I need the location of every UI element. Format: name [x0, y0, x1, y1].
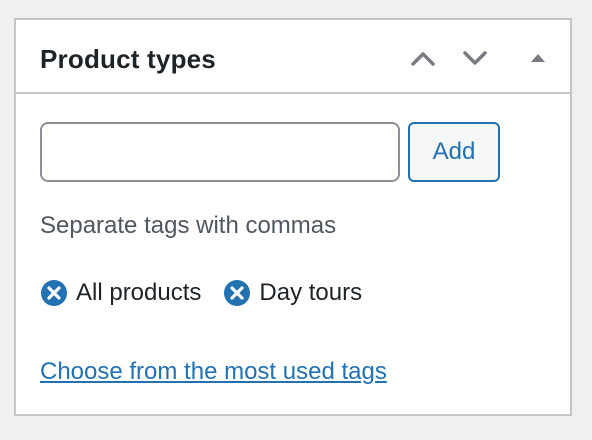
tag-label: Day tours: [259, 279, 363, 306]
remove-tag-button[interactable]: [40, 279, 68, 307]
product-types-panel: Product types Add Separate tags with com…: [14, 18, 572, 416]
tag-label: All products: [76, 279, 202, 306]
move-up-button[interactable]: [403, 38, 443, 78]
panel-header: Product types: [16, 20, 570, 94]
toggle-panel-button[interactable]: [518, 38, 558, 78]
tag-help-text: Separate tags with commas: [40, 212, 337, 239]
remove-circle-icon: [223, 279, 251, 307]
most-used-tags-link[interactable]: Choose from the most used tags: [40, 356, 387, 388]
add-tag-button[interactable]: Add: [408, 122, 500, 182]
chevron-up-icon: [403, 38, 443, 78]
remove-tag-button[interactable]: [223, 279, 251, 307]
remove-circle-icon: [40, 279, 68, 307]
chevron-down-icon: [455, 38, 495, 78]
panel-title: Product types: [40, 44, 216, 74]
tag-item: All products: [40, 277, 201, 309]
move-down-button[interactable]: [455, 38, 495, 78]
tag-item: Day tours: [223, 277, 362, 309]
triangle-up-icon: [518, 38, 558, 78]
tag-list: All products Day tours: [40, 276, 384, 310]
new-tag-input[interactable]: [40, 122, 400, 182]
